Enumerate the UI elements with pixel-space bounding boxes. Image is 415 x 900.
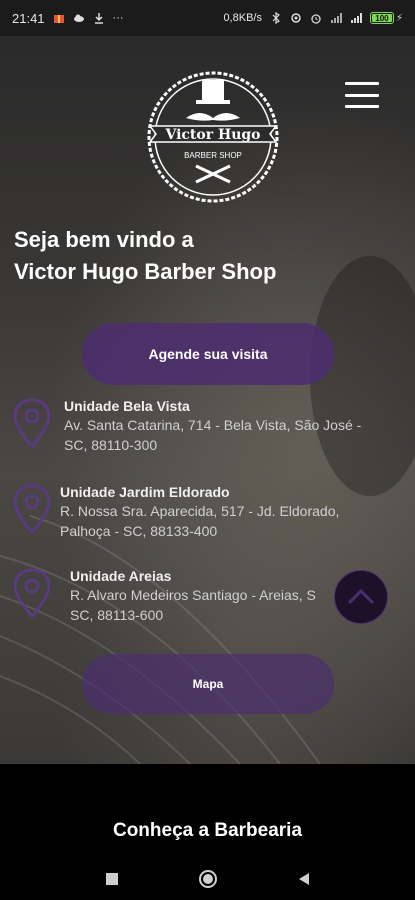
back-button[interactable] bbox=[292, 867, 316, 891]
section-title: Conheça a Barbearia bbox=[112, 820, 303, 841]
location-pin-icon bbox=[13, 398, 51, 448]
unit-name: Unidade Bela Vista bbox=[64, 398, 190, 414]
location-pin-icon bbox=[13, 484, 51, 534]
unit-name: Unidade Jardim Eldorado bbox=[60, 484, 230, 500]
system-navigation-bar bbox=[0, 858, 415, 900]
signal-icon-2 bbox=[350, 13, 362, 23]
status-bar: 21:41 ··· 0,8KB/s 100 ⚡ bbox=[0, 0, 415, 36]
unit-address-line-1: R. Nossa Sra. Aparecida, 517 - Jd. Eldor… bbox=[60, 503, 340, 519]
unit-address-line-1: Av. Santa Catarina, 714 - Bela Vista, Sã… bbox=[64, 417, 362, 433]
gift-icon bbox=[53, 15, 64, 23]
logo-text: Victor Hugo bbox=[164, 127, 260, 143]
victor-hugo-logo: Victor Hugo BARBER SHOP bbox=[147, 71, 279, 203]
about-section: Conheça a Barbearia bbox=[0, 764, 415, 858]
hamburger-menu-button[interactable] bbox=[345, 82, 379, 108]
unit-address-line-1: R. Alvaro Medeiros Santiago - Areias, S bbox=[70, 587, 316, 603]
status-time: 21:41 bbox=[12, 10, 45, 26]
battery-icon: 100 ⚡ bbox=[369, 12, 403, 24]
download-icon bbox=[94, 13, 103, 24]
more-notifications-icon: ··· bbox=[112, 12, 124, 24]
menu-bar bbox=[345, 105, 379, 108]
unit-address-line-2: SC, 88110-300 bbox=[64, 437, 158, 453]
unit-jardim-eldorado[interactable]: Unidade Jardim Eldorado R. Nossa Sra. Ap… bbox=[12, 484, 402, 540]
circle-icon bbox=[198, 870, 217, 888]
unit-bela-vista[interactable]: Unidade Bela Vista Av. Santa Catarina, 7… bbox=[12, 398, 402, 454]
logo-subtext: BARBER SHOP bbox=[184, 151, 242, 160]
unit-address-line-2: SC, 88113-600 bbox=[70, 607, 164, 623]
unit-address-line-2: Palhoça - SC, 88133-400 bbox=[60, 523, 218, 539]
settings-icon bbox=[291, 13, 301, 23]
network-speed: 0,8KB/s bbox=[223, 12, 262, 24]
menu-bar bbox=[345, 93, 379, 97]
scroll-to-top-button[interactable] bbox=[334, 570, 388, 624]
cloud-icon bbox=[73, 14, 84, 22]
home-button[interactable] bbox=[196, 867, 220, 891]
menu-bar bbox=[345, 82, 379, 85]
signal-icon bbox=[330, 13, 342, 23]
chevron-up-icon bbox=[347, 588, 375, 605]
welcome-heading: Seja bem vindo a Victor Hugo Barber Shop bbox=[14, 224, 394, 288]
back-triangle-icon bbox=[298, 873, 309, 885]
welcome-line-1: Seja bem vindo a bbox=[14, 227, 194, 252]
map-button[interactable]: Mapa bbox=[82, 654, 334, 714]
recent-apps-button[interactable] bbox=[100, 867, 124, 891]
hero-section: Victor Hugo BARBER SHOP Seja bem vindo a… bbox=[0, 36, 415, 764]
unit-name: Unidade Areias bbox=[70, 568, 172, 584]
schedule-visit-button[interactable]: Agende sua visita bbox=[82, 323, 334, 385]
square-icon bbox=[105, 873, 118, 885]
location-pin-icon bbox=[13, 568, 51, 618]
bluetooth-icon bbox=[272, 12, 280, 24]
alarm-icon bbox=[311, 14, 321, 24]
welcome-line-2: Victor Hugo Barber Shop bbox=[14, 259, 277, 284]
